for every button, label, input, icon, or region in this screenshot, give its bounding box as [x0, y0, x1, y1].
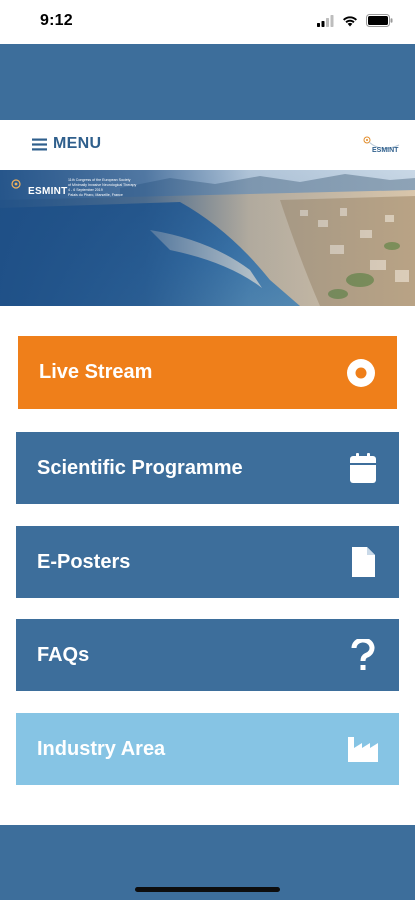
- menu-label: MENU: [53, 135, 102, 152]
- home-indicator[interactable]: [135, 887, 280, 892]
- document-icon: [347, 546, 379, 578]
- record-circle-icon: [345, 357, 377, 389]
- wifi-icon: [343, 15, 357, 26]
- banner-caption: 11th Congress of the European Society of…: [68, 178, 178, 198]
- nav-logo-text: ESMINT: [372, 147, 399, 154]
- banner-logo-text: ESMINT: [28, 186, 68, 197]
- live-stream-label: Live Stream: [39, 361, 153, 383]
- logo-ring-icon: [11, 179, 21, 189]
- e-posters-label: E-Posters: [37, 550, 131, 573]
- status-icons: [317, 14, 393, 27]
- battery-icon: [366, 14, 393, 27]
- header-band: [0, 44, 415, 120]
- navbar: MENU ESMINT: [0, 120, 415, 170]
- faqs-label: FAQs: [37, 643, 90, 666]
- esmint-logo: ESMINT: [363, 136, 400, 154]
- factory-icon: [347, 733, 379, 765]
- industry-area-label: Industry Area: [37, 737, 166, 760]
- signal-icon: [317, 14, 334, 27]
- scientific-programme-label: Scientific Programme: [37, 456, 243, 479]
- live-stream-button[interactable]: Live Stream: [18, 336, 397, 409]
- banner-image: ESMINT 11th Congress of the European Soc…: [0, 170, 415, 306]
- status-time: 9:12: [40, 12, 73, 29]
- faqs-button[interactable]: FAQs: [16, 619, 399, 691]
- scientific-programme-button[interactable]: Scientific Programme: [16, 432, 399, 504]
- banner-caption-line: Palais du Pharo, Marseille, France: [68, 193, 123, 197]
- calendar-icon: [347, 452, 379, 484]
- industry-area-button[interactable]: Industry Area: [16, 713, 399, 785]
- e-posters-button[interactable]: E-Posters: [16, 526, 399, 598]
- menu-button[interactable]: MENU: [32, 135, 101, 153]
- question-mark-icon: [347, 639, 379, 671]
- banner-logo: ESMINT: [10, 178, 68, 197]
- status-bar: 9:12: [0, 0, 415, 44]
- hamburger-icon: [32, 138, 47, 150]
